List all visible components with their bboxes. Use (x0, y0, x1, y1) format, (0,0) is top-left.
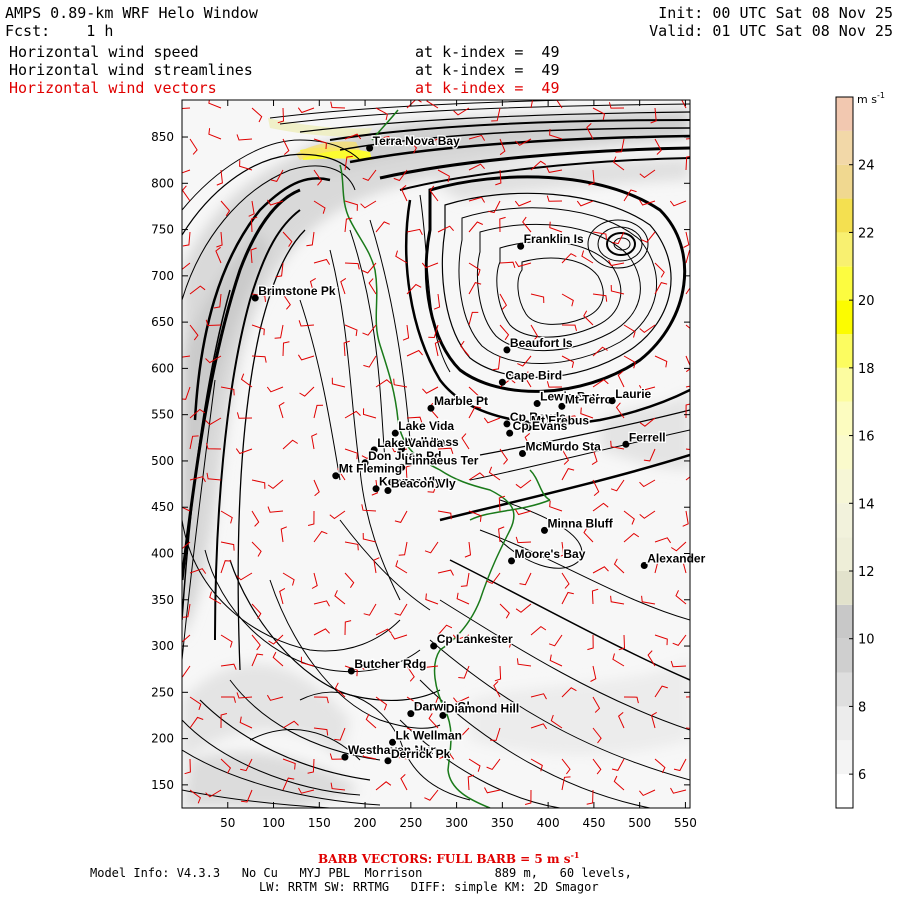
place-label: Diamond Hill (446, 701, 519, 715)
colorbar-tick-label: 22 (858, 226, 875, 241)
y-tick-label: 850 (151, 130, 174, 144)
colorbar-band (836, 774, 853, 808)
x-tick-label: 550 (674, 816, 697, 830)
model-info: Model Info: V4.3.3 No Cu MYJ PBL Morriso… (90, 866, 632, 880)
x-tick-label: 350 (491, 816, 514, 830)
colorbar-tick-label: 8 (858, 700, 866, 715)
colorbar-band (836, 232, 853, 267)
colorbar-tick-label: 6 (858, 768, 866, 783)
place-label: Marble Pt (434, 394, 488, 408)
place-label: Lake Vida (398, 419, 454, 433)
y-tick-label: 800 (151, 176, 174, 190)
wind-map: Terra Nova Bay Franklin Is Brimstone Pk Bea… (151, 91, 885, 830)
colorbar-band (836, 503, 853, 538)
x-tick-label: 500 (628, 816, 651, 830)
place-label: Terra Nova Bay (373, 134, 460, 148)
colorbar-tick-label: 20 (858, 294, 875, 309)
x-tick-label: 400 (537, 816, 560, 830)
place-label: Butcher Rdg (354, 657, 426, 671)
y-tick-label: 150 (151, 778, 174, 792)
place-label: Cape Bird (505, 368, 562, 382)
y-tick-label: 500 (151, 454, 174, 468)
place-label: Derrick Pk (391, 747, 451, 761)
place-label: Mt Fleming (339, 462, 402, 476)
y-tick-label: 750 (151, 223, 174, 237)
colorbar-band (836, 130, 853, 165)
x-tick-label: 100 (262, 816, 285, 830)
colorbar-band (836, 469, 853, 504)
x-tick-label: 150 (308, 816, 331, 830)
x-tick-label: 250 (399, 816, 422, 830)
colorbar-band (836, 300, 853, 334)
colorbar-tick-label: 16 (858, 430, 875, 445)
colorbar-tick-label: 24 (858, 159, 875, 174)
place-label: Moore's Bay (515, 547, 586, 561)
colorbar-band (836, 672, 853, 707)
colorbar-band (836, 334, 853, 368)
colorbar-band (836, 401, 853, 436)
place-label: Franklin Is (524, 232, 584, 246)
place-label: Lk Wellman (396, 728, 462, 742)
barb-note: BARB VECTORS: FULL BARB = 5 m s-1 (318, 850, 580, 866)
colorbar-tick-label: 18 (858, 362, 875, 377)
y-tick-label: 250 (151, 685, 174, 699)
colorbar-band (836, 266, 853, 301)
colorbar-band (836, 604, 853, 639)
colorbar-band (836, 435, 853, 470)
place-label: Beaufort Is (510, 336, 573, 350)
colorbar-band (836, 537, 853, 571)
colorbar-band (836, 367, 853, 402)
y-tick-label: 650 (151, 315, 174, 329)
physics-info: LW: RRTM SW: RRTMG DIFF: simple KM: 2D S… (259, 880, 599, 894)
place-label: Linnaeus Ter (405, 453, 479, 467)
colorbar: 24 22 20 18 16 14 12 10 8 6 (835, 96, 875, 809)
place-label: Brimstone Pk (258, 284, 336, 298)
colorbar-band (836, 97, 853, 131)
y-tick-label: 450 (151, 500, 174, 514)
y-tick-label: 400 (151, 546, 174, 560)
x-tick-label: 50 (220, 816, 235, 830)
colorbar-band (836, 164, 853, 199)
place-label: Lake Vanda (377, 436, 443, 450)
place-label: Minna Bluff (547, 516, 613, 530)
x-tick-label: 450 (582, 816, 605, 830)
y-tick-label: 300 (151, 639, 174, 653)
y-tick-label: 600 (151, 361, 174, 375)
colorbar-band (836, 198, 853, 233)
y-tick-label: 700 (151, 269, 174, 283)
colorbar-band (836, 638, 853, 673)
colorbar-tick-label: 14 (858, 497, 875, 512)
y-tick-label: 350 (151, 593, 174, 607)
place-label: Ferrell (629, 430, 666, 444)
y-tick-label: 550 (151, 408, 174, 422)
x-tick-label: 200 (354, 816, 377, 830)
colorbar-band (836, 571, 853, 605)
place-label: McMurdo Sta (525, 440, 601, 454)
colorbar-unit: m s-1 (857, 91, 885, 106)
place-label: Beacon Vly (391, 477, 456, 491)
colorbar-tick-label: 10 (858, 633, 875, 648)
y-tick-label: 200 (151, 732, 174, 746)
x-tick-label: 300 (445, 816, 468, 830)
place-label: Laurie (615, 387, 651, 401)
colorbar-band (836, 740, 853, 775)
colorbar-tick-label: 12 (858, 565, 875, 580)
place-label: Alexander (647, 552, 705, 566)
colorbar-band (836, 706, 853, 741)
place-label: Cp Evans (513, 419, 568, 433)
place-label: Cp Lankester (437, 632, 513, 646)
